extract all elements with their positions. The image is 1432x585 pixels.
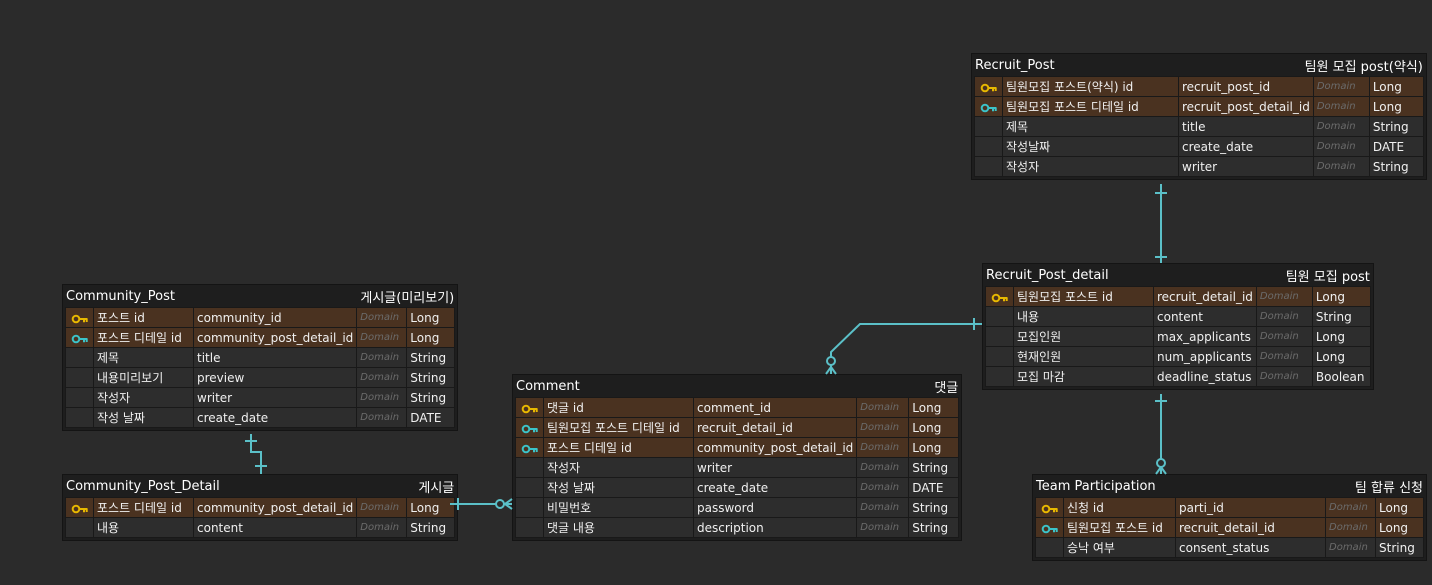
zero-marker <box>826 356 836 366</box>
relationship-lines <box>245 184 1167 510</box>
one-marker[interactable] <box>245 440 267 467</box>
relationship-line-comment-recruit[interactable] <box>830 323 982 374</box>
zero-marker <box>1156 458 1166 468</box>
zero-marker <box>495 499 505 509</box>
